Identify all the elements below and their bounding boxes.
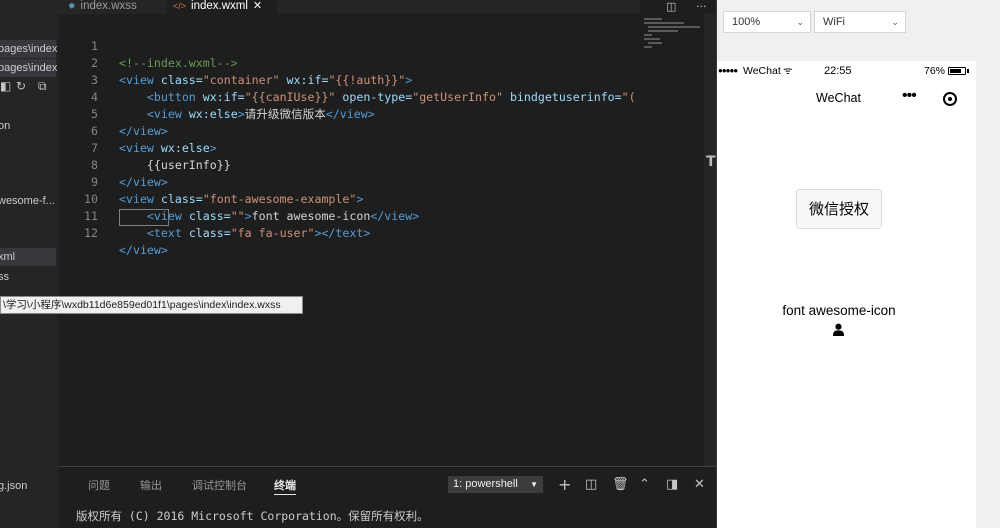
capsule-close-icon[interactable] [943, 92, 957, 106]
split-editor-icon[interactable]: ◫ [666, 0, 676, 13]
maximize-panel-icon[interactable]: ◨ [666, 476, 678, 493]
tab-output[interactable]: 输出 [140, 477, 162, 493]
bottom-panel: 问题 输出 调试控制台 终端 1: powershell ▼ + ◫ 🗑 ⌃ ◨… [58, 466, 716, 528]
explorer-item-pages-index-2[interactable]: pages\index [0, 59, 58, 77]
terminal-select-value: 1: powershell [453, 478, 518, 490]
explorer-item-label: pages\index [0, 62, 58, 74]
code-line: 5 </view> [58, 89, 638, 138]
explorer-item-on[interactable]: on [0, 117, 10, 135]
explorer-item-font-awesome[interactable]: wesome-f... [0, 192, 55, 210]
refresh-icon[interactable]: ↻ [16, 79, 26, 93]
tab-problems[interactable]: 问题 [88, 477, 110, 493]
chevron-down-icon: ▼ [530, 480, 538, 489]
editor-scrollbar[interactable]: T [704, 14, 716, 466]
tab-terminal[interactable]: 终端 [274, 477, 296, 495]
phone-screen: ●●●●● WeChat ᯤ 22:55 76% WeChat ••• 微信授权… [716, 61, 976, 528]
editor-actions: ◫ ··· [664, 0, 714, 14]
code-line: 7 {{userInfo}} [58, 123, 638, 172]
zoom-value: 100% [732, 16, 761, 28]
explorer-item-label: g.json [0, 480, 28, 492]
wechat-auth-button[interactable]: 微信授权 [796, 189, 882, 229]
new-terminal-icon[interactable]: + [558, 476, 571, 493]
signal-icon: ●●●●● [718, 66, 738, 75]
chevron-down-icon: ⌄ [796, 17, 804, 27]
zoom-select[interactable]: 100% ⌄ [723, 11, 811, 33]
battery-percent: 76% [924, 65, 946, 77]
simulator-toolbar: 100% ⌄ WiFi ⌄ [716, 0, 1000, 38]
tab-label: index.wxss [80, 0, 137, 12]
code-line: 3 <button wx:if="{{canIUse}}" open-type=… [58, 55, 638, 104]
explorer-sidebar: pages\index pages\index ◧ ↻ ⧉ on wesome-… [0, 0, 58, 528]
line-number: 12 [84, 226, 98, 240]
network-select[interactable]: WiFi ⌄ [814, 11, 906, 33]
code-token: </view> [119, 243, 168, 257]
chevron-up-icon[interactable]: ⌃ [639, 476, 650, 493]
code-line: 4 <view wx:else>请升级微信版本</view> [58, 72, 638, 121]
wifi-icon: ᯤ [783, 65, 793, 77]
battery-icon [948, 67, 969, 75]
editor-tabbar: ✹ index.wxss </> index.wxml ✕ [58, 0, 640, 14]
code-line: 9 <view class="font-awesome-example"> [58, 157, 638, 206]
explorer-item-label: on [0, 120, 11, 132]
close-icon[interactable]: ✕ [694, 476, 705, 493]
css-file-icon: ✹ [68, 1, 76, 11]
explorer-item-index-wxml[interactable]: xml [0, 248, 56, 266]
collapse-all-icon[interactable]: ⧉ [38, 79, 47, 94]
code-line: 10 <view class="">font awesome-icon</vie… [58, 174, 638, 223]
explorer-item-json[interactable]: g.json [0, 477, 27, 495]
code-token: <text [146, 226, 182, 240]
terminal-output[interactable]: 版权所有 (C) 2016 Microsoft Corporation。保留所有… [76, 508, 429, 524]
chevron-down-icon: ⌄ [891, 17, 899, 27]
split-terminal-icon[interactable]: ◫ [585, 476, 597, 493]
nav-title: WeChat [816, 91, 861, 105]
phone-navbar: WeChat ••• [716, 81, 976, 115]
user-icon [832, 323, 845, 336]
explorer-item-index-wxss[interactable]: ss [0, 268, 9, 286]
explorer-item-label: pages\index [0, 43, 58, 55]
font-awesome-label: font awesome-icon [782, 303, 896, 318]
pane-divider [716, 0, 717, 528]
tab-debug-console[interactable]: 调试控制台 [192, 477, 247, 493]
more-actions-icon[interactable]: ··· [696, 0, 707, 13]
tab-label: index.wxml [191, 0, 248, 12]
code-line: 6 <view wx:else> [58, 106, 638, 155]
explorer-item-pages-index[interactable]: pages\index [0, 40, 58, 58]
network-value: WiFi [823, 16, 845, 28]
simulator-pane: 100% ⌄ WiFi ⌄ ●●●●● WeChat ᯤ 22:55 76% W… [716, 0, 1000, 528]
code-line: 11 <text class="fa fa-user"></text> [58, 191, 638, 240]
collapse-icon[interactable]: ◧ [0, 79, 11, 93]
explorer-item-label: ss [0, 271, 9, 283]
tab-index-wxml[interactable]: </> index.wxml ✕ [167, 0, 277, 14]
text-cursor-icon: T [706, 154, 716, 170]
code-token: class= [188, 226, 231, 240]
trash-icon[interactable]: 🗑 [612, 476, 629, 493]
phone-status-bar: ●●●●● WeChat ᯤ 22:55 76% [716, 61, 976, 81]
terminal-select[interactable]: 1: powershell ▼ [448, 476, 543, 493]
code-token: ></text> [314, 226, 371, 240]
explorer-item-label: xml [0, 251, 16, 263]
explorer-toolbar: ◧ ↻ ⧉ [0, 78, 58, 96]
close-icon[interactable]: ✕ [253, 0, 262, 12]
code-token: "fa fa-user" [230, 226, 315, 240]
tab-index-wxss[interactable]: ✹ index.wxss [68, 0, 178, 14]
minimap[interactable] [640, 14, 704, 54]
more-dots-icon[interactable]: ••• [902, 87, 917, 105]
file-path-tooltip: \学习\小程序\wxdb11d6e859ed01f1\pages\index\i… [0, 296, 303, 314]
code-editor[interactable]: 1 <!--index.wxml--> 2 <view class="conta… [58, 14, 638, 466]
status-time: 22:55 [824, 65, 852, 77]
code-line: 1 <!--index.wxml--> [58, 21, 638, 70]
code-line: 2 <view class="container" wx:if="{{!auth… [58, 38, 638, 87]
code-line: 8 </view> [58, 140, 638, 189]
bracket-match-highlight [119, 209, 169, 226]
xml-file-icon: </> [173, 1, 187, 11]
carrier-label: WeChat [743, 65, 781, 77]
explorer-item-label: wesome-f... [0, 195, 55, 207]
